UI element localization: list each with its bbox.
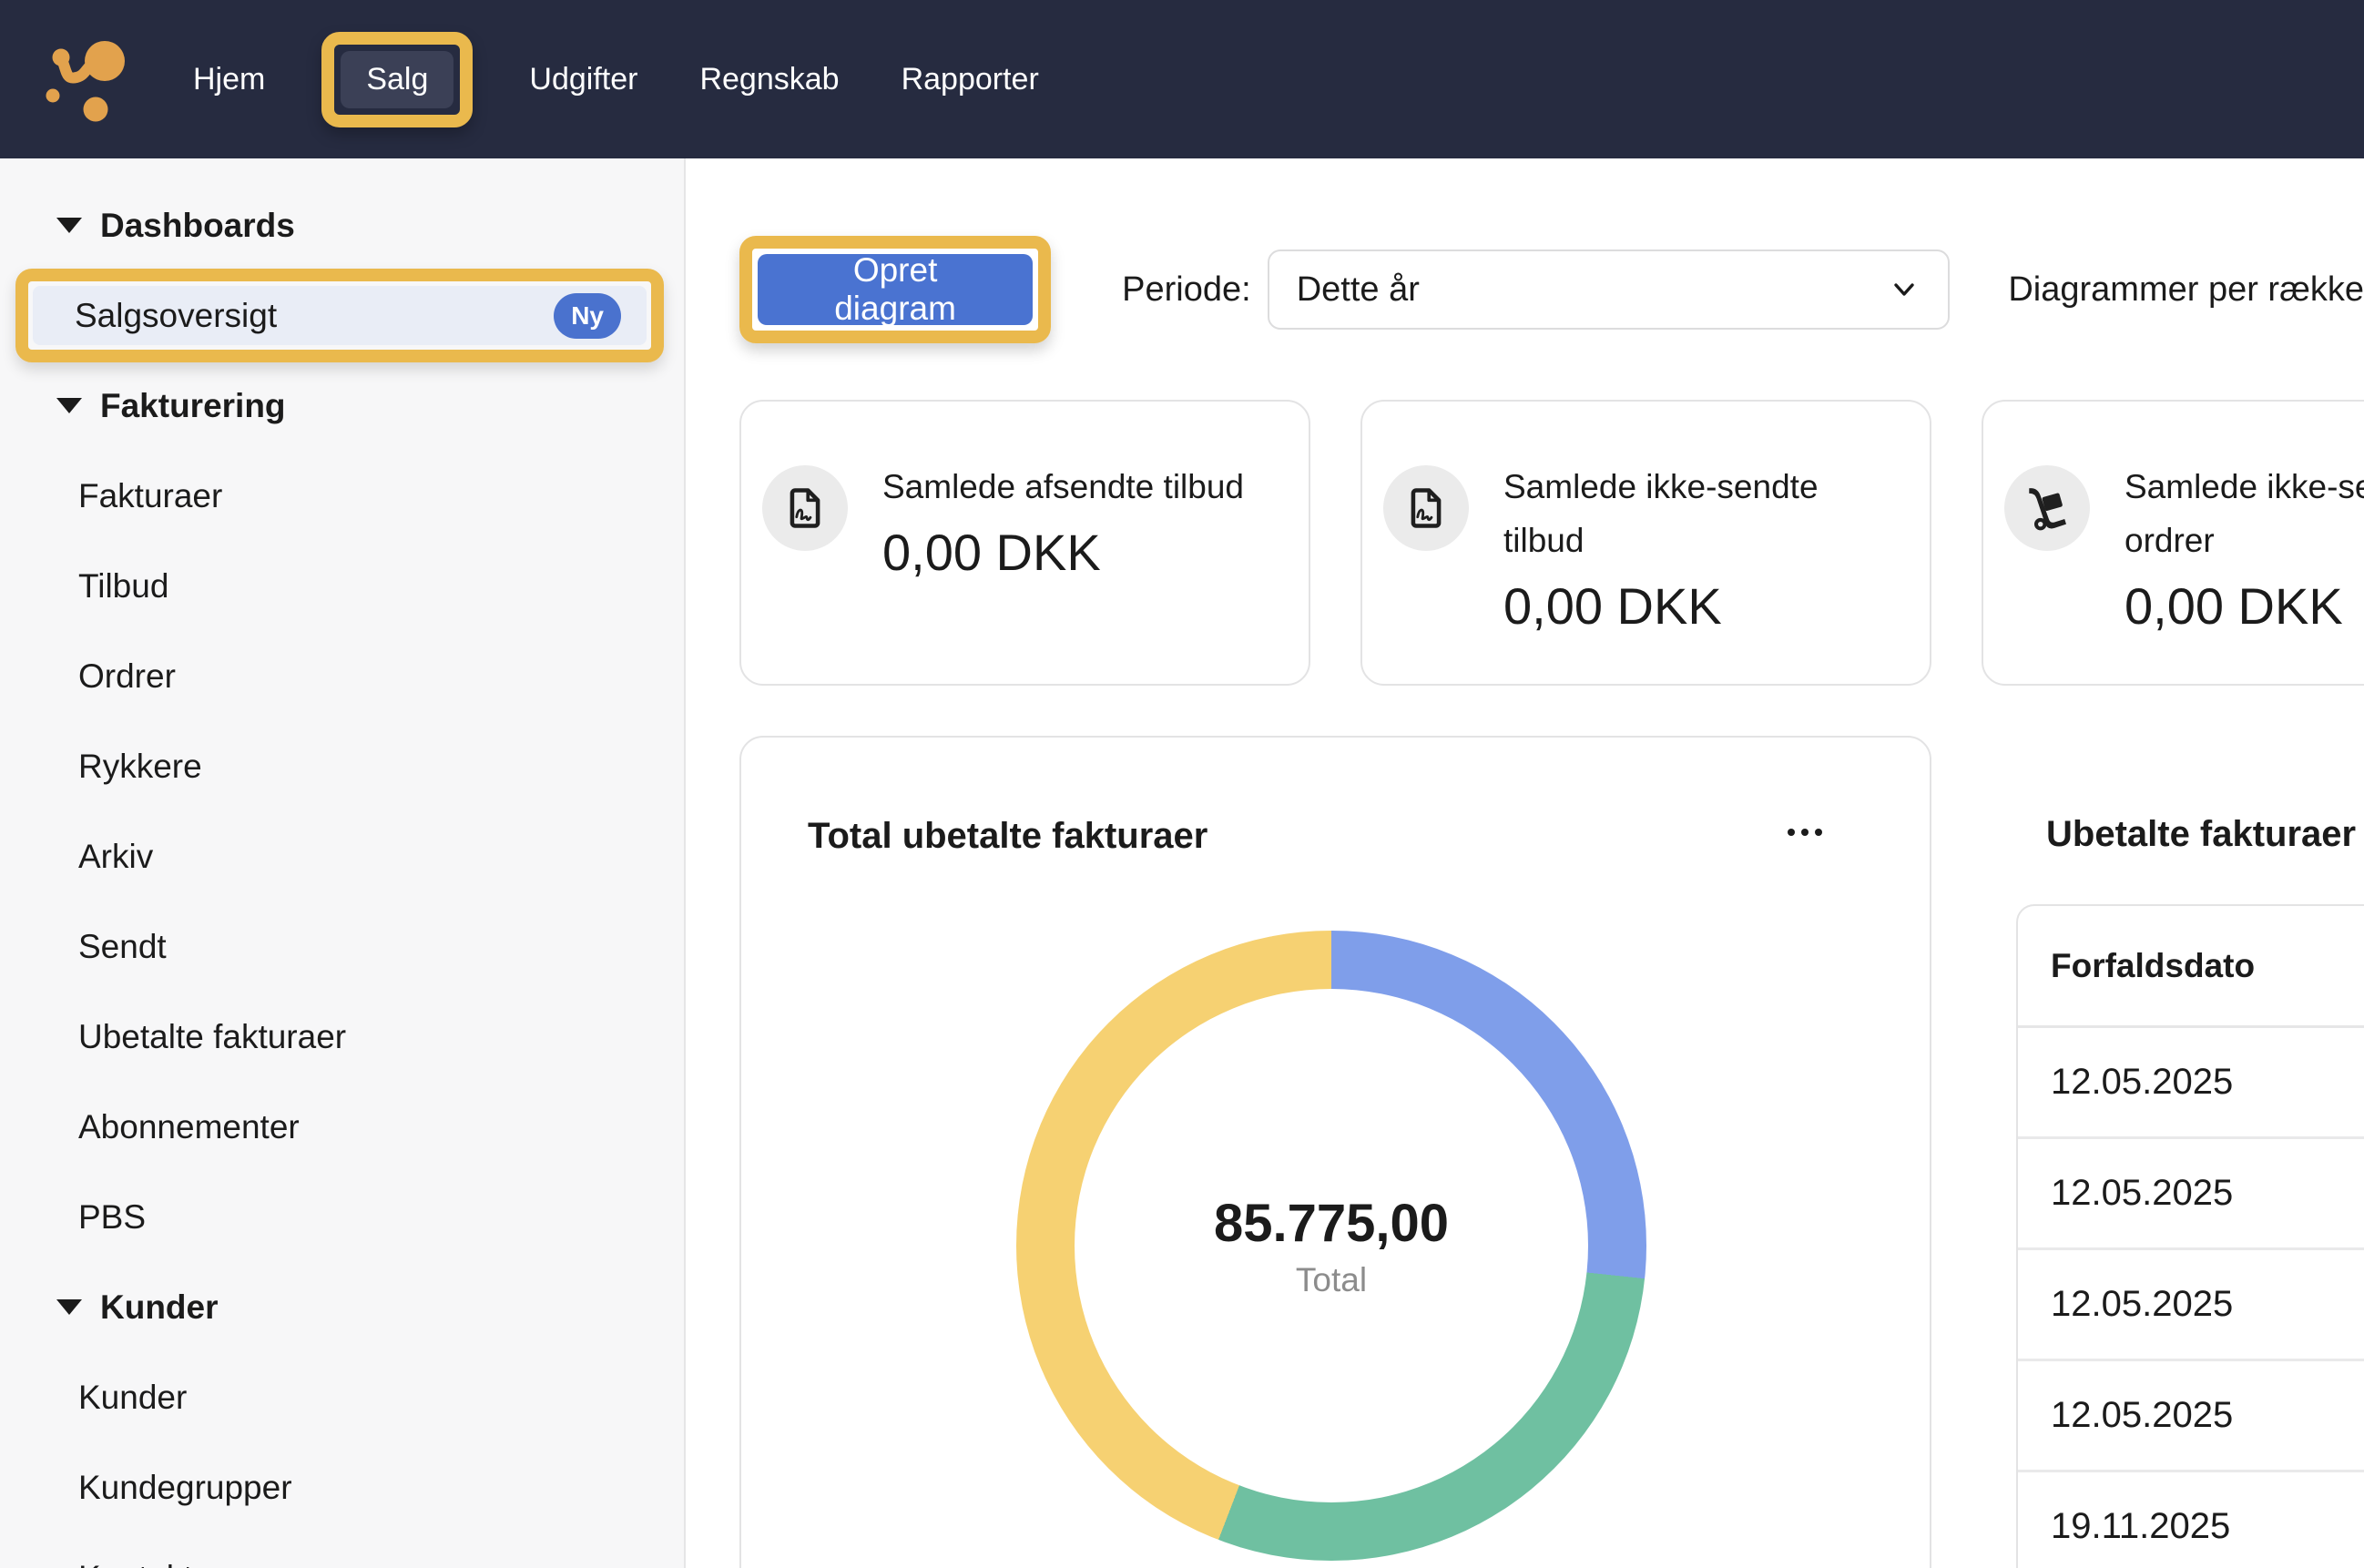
chevron-down-icon: [56, 1299, 82, 1315]
section-title: Dashboards: [100, 207, 295, 245]
table-row[interactable]: 12.05.2025: [2018, 1028, 2364, 1139]
chevron-down-icon: [56, 398, 82, 413]
sidebar-item-arkiv[interactable]: Arkiv: [0, 811, 684, 901]
due-date-column-header: Forfaldsdato: [2018, 906, 2364, 1028]
card-unsent-quotes: Samlede ikke-sendte tilbud 0,00 DKK: [1360, 400, 1931, 686]
card-unsent-orders: Samlede ikke-sendte ordrer 0,00 DKK: [1982, 400, 2364, 686]
sidebar-item-sendt[interactable]: Sendt: [0, 901, 684, 992]
icon-circle: [762, 465, 848, 551]
summary-cards-row: Samlede afsendte tilbud 0,00 DKK Samlede…: [739, 400, 2364, 686]
document-signature-icon: [1402, 484, 1450, 532]
sidebar-item-salgsoversigt[interactable]: Salgsoversigt Ny: [33, 286, 647, 345]
create-chart-highlight-frame: Opret diagram: [739, 236, 1051, 343]
icon-circle: [1383, 465, 1469, 551]
sidebar-item-pbs[interactable]: PBS: [0, 1172, 684, 1262]
nav-item-regnskab[interactable]: Regnskab: [694, 53, 844, 107]
document-signature-icon: [781, 484, 829, 532]
card-value: 0,00 DKK: [2125, 576, 2364, 636]
top-nav: Hjem Salg Udgifter Regnskab Rapporter: [0, 0, 2364, 158]
card-text: Samlede ikke-sendte tilbud 0,00 DKK: [1503, 460, 1868, 636]
sales-dashboard-page: Hjem Salg Udgifter Regnskab Rapporter Da…: [0, 0, 2364, 1568]
card-label: Samlede ikke-sendte ordrer: [2125, 460, 2364, 567]
create-chart-button[interactable]: Opret diagram: [758, 254, 1033, 325]
charts-per-row-label: Diagrammer per række: [2008, 270, 2364, 310]
sidebar-item-fakturaer[interactable]: Fakturaer: [0, 451, 684, 541]
main-content: Opret diagram Periode: Dette år Diagramm…: [688, 158, 2364, 1568]
table-row[interactable]: 12.05.2025: [2018, 1361, 2364, 1472]
sidebar-item-rykkere[interactable]: Rykkere: [0, 721, 684, 811]
sidebar-item-kundegrupper[interactable]: Kundegrupper: [0, 1442, 684, 1532]
sidebar-item-tilbud[interactable]: Tilbud: [0, 541, 684, 631]
sidebar-section-dashboards[interactable]: Dashboards: [0, 180, 684, 270]
sidebar-row: Salgsoversigt Ny: [0, 270, 684, 361]
dashboard-toolbar: Opret diagram Periode: Dette år Diagramm…: [739, 236, 2364, 343]
card-sent-quotes: Samlede afsendte tilbud 0,00 DKK: [739, 400, 1310, 686]
donut-total-label: Total: [1296, 1261, 1367, 1299]
sidebar-item-kontaktpersoner[interactable]: Kontaktpersoner: [0, 1532, 684, 1568]
nav-item-hjem[interactable]: Hjem: [188, 53, 270, 107]
panel-title: Ubetalte fakturaer: [2046, 814, 2356, 855]
sidebar-item-ubetalte-fakturaer[interactable]: Ubetalte fakturaer: [0, 992, 684, 1082]
sidebar-item-label: Salgsoversigt: [75, 297, 277, 335]
card-text: Samlede afsendte tilbud 0,00 DKK: [882, 460, 1247, 582]
nav-item-rapporter[interactable]: Rapporter: [896, 53, 1044, 107]
nav-item-udgifter[interactable]: Udgifter: [524, 53, 643, 107]
table-row[interactable]: 12.05.2025: [2018, 1139, 2364, 1250]
ellipsis-menu-icon[interactable]: [1788, 829, 1822, 836]
nav-item-salg[interactable]: Salg: [341, 51, 453, 108]
app-logo-icon: [40, 29, 127, 129]
sidebar-section-kunder[interactable]: Kunder: [0, 1262, 684, 1352]
sidebar-item-kunder[interactable]: Kunder: [0, 1352, 684, 1442]
donut-center: 85.775,00 Total: [1075, 989, 1588, 1502]
donut-chart: 85.775,00 Total: [1016, 931, 1646, 1561]
card-label: Samlede afsendte tilbud: [882, 460, 1247, 514]
chevron-down-icon: [56, 218, 82, 233]
donut-total-value: 85.775,00: [1214, 1193, 1449, 1254]
salgsoversigt-highlight-frame: Salgsoversigt Ny: [15, 269, 664, 362]
hand-truck-icon: [2023, 484, 2072, 533]
period-select[interactable]: Dette år: [1268, 249, 1951, 330]
card-value: 0,00 DKK: [882, 523, 1247, 582]
sidebar-section-fakturering[interactable]: Fakturering: [0, 361, 684, 451]
nav-menu: Hjem Salg Udgifter Regnskab Rapporter: [188, 32, 1044, 127]
sidebar: Dashboards Salgsoversigt Ny Fakturering …: [0, 158, 686, 1568]
chart-title: Total ubetalte fakturaer: [808, 816, 1207, 857]
due-date-table: Forfaldsdato 12.05.2025 12.05.2025 12.05…: [2016, 904, 2364, 1568]
sidebar-item-abonnementer[interactable]: Abonnementer: [0, 1082, 684, 1172]
section-title: Kunder: [100, 1288, 219, 1327]
period-label: Periode:: [1122, 270, 1251, 310]
card-value: 0,00 DKK: [1503, 576, 1868, 636]
unpaid-invoices-chart-card: Total ubetalte fakturaer 85.775,00 Total: [739, 736, 1931, 1568]
table-row[interactable]: 19.11.2025: [2018, 1472, 2364, 1568]
new-badge: Ny: [554, 293, 621, 339]
sidebar-item-ordrer[interactable]: Ordrer: [0, 631, 684, 721]
card-label: Samlede ikke-sendte tilbud: [1503, 460, 1868, 567]
icon-circle: [2004, 465, 2090, 551]
table-row[interactable]: 12.05.2025: [2018, 1250, 2364, 1361]
period-selected-value: Dette år: [1297, 270, 1420, 310]
unpaid-invoices-panel: Ubetalte fakturaer Forfaldsdato 12.05.20…: [1982, 736, 2364, 1568]
section-title: Fakturering: [100, 387, 286, 425]
card-text: Samlede ikke-sendte ordrer 0,00 DKK: [2125, 460, 2364, 636]
nav-salg-highlight-frame: Salg: [321, 32, 473, 127]
chevron-down-icon: [1888, 273, 1921, 306]
